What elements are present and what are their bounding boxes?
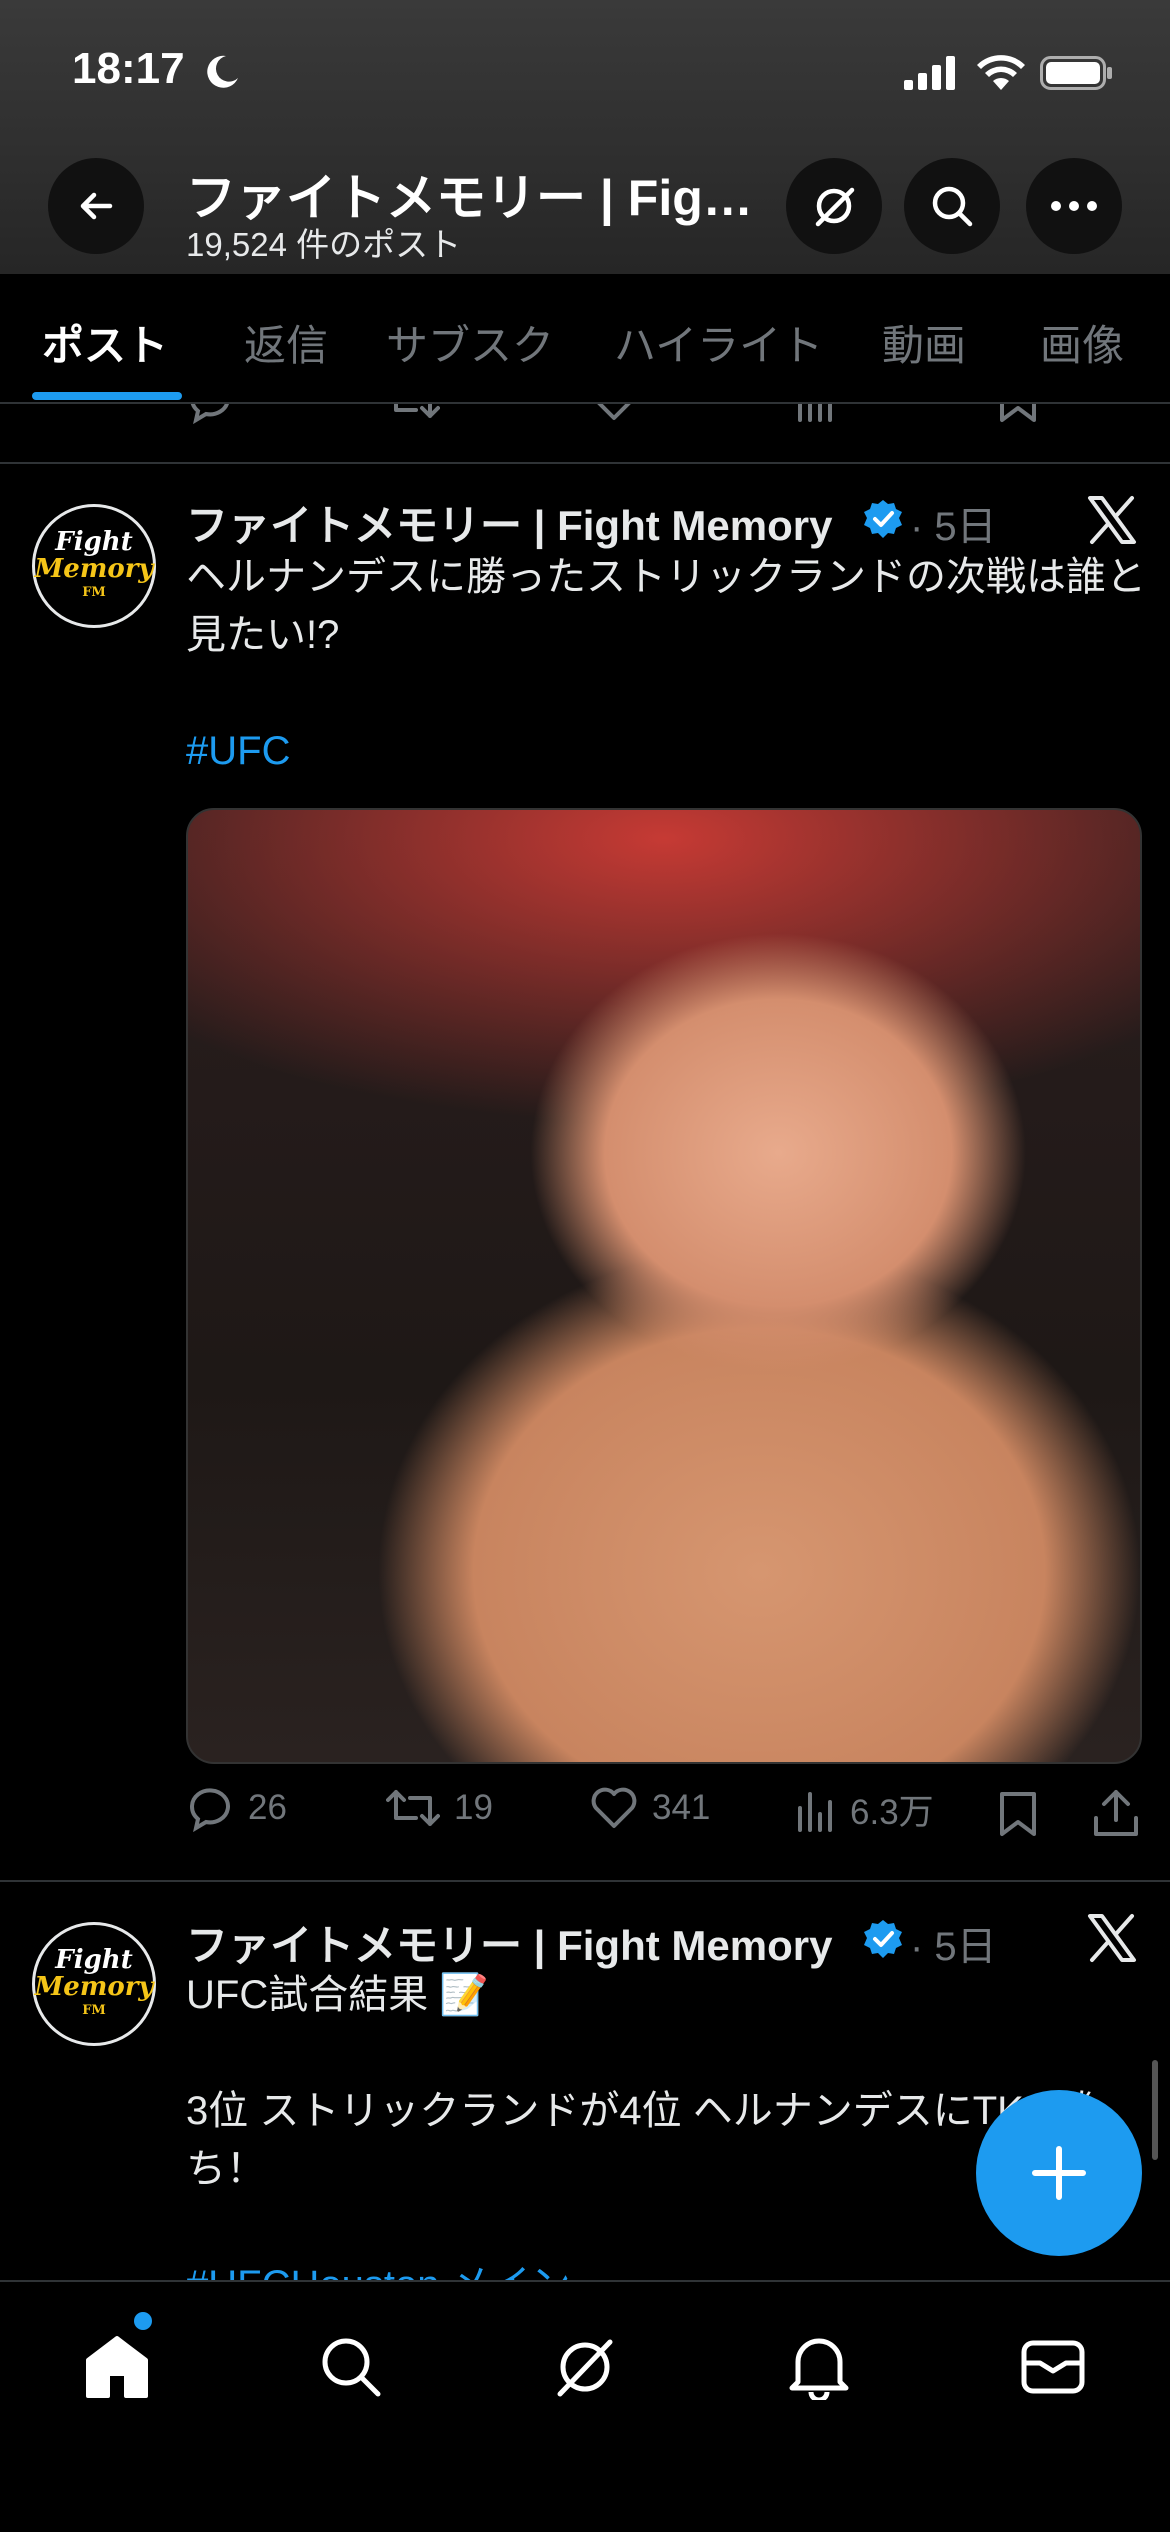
grok-icon [557, 2339, 613, 2397]
cellular-signal-icon [904, 56, 955, 90]
grok-button[interactable] [786, 158, 882, 254]
nav-home[interactable] [72, 2322, 162, 2412]
reply-button[interactable]: 26 [186, 1784, 287, 1832]
search-button[interactable] [904, 158, 1000, 254]
reply-icon[interactable] [186, 404, 234, 424]
compose-post-button[interactable] [976, 2090, 1142, 2256]
like-count: 341 [652, 1788, 711, 1827]
post-author[interactable]: ファイトメモリー | Fight Memory [186, 1912, 832, 1973]
bookmark-icon[interactable] [998, 404, 1038, 424]
wifi-icon [977, 55, 1025, 90]
repost-icon [386, 1790, 440, 1826]
post-age: · 5日 [910, 1925, 997, 1969]
x-logo-icon[interactable] [1086, 1912, 1138, 1964]
nav-notifications[interactable] [774, 2322, 864, 2412]
like-icon[interactable] [590, 404, 638, 424]
post-text: ヘルナンデスに勝ったストリックランドの次戦は誰と見たい!? #UFC [186, 548, 1146, 780]
profile-tabs: ポスト 返信 サブスク ハイライト 動画 画像 [0, 274, 1170, 404]
active-tab-indicator [32, 392, 182, 400]
more-options-button[interactable] [1026, 158, 1122, 254]
views-icon [798, 1791, 832, 1832]
views-icon[interactable] [796, 404, 836, 424]
nav-search[interactable] [306, 2322, 396, 2412]
search-icon [322, 2338, 381, 2397]
home-icon [86, 2336, 148, 2398]
verified-badge-icon [864, 1920, 902, 1958]
post-divider [0, 462, 1170, 464]
views-count: 6.3万 [850, 1793, 934, 1832]
x-logo-icon[interactable] [1086, 494, 1138, 546]
verified-badge-icon [864, 500, 902, 538]
like-button[interactable]: 341 [590, 1784, 710, 1832]
hashtag-link[interactable]: #UFC [186, 722, 1146, 780]
profile-header: 18:17 ファイトメモリー | Figh… 19,524 件のポスト [0, 0, 1170, 274]
share-icon[interactable] [1092, 1788, 1140, 1838]
avatar[interactable]: Fight Memory FM [32, 1922, 156, 2046]
reply-count: 26 [248, 1788, 287, 1827]
reply-icon [190, 1788, 230, 1832]
status-time: 18:17 [72, 44, 185, 93]
notification-dot [134, 2312, 152, 2330]
back-button[interactable] [48, 158, 144, 254]
post-author[interactable]: ファイトメモリー | Fight Memory [186, 492, 832, 553]
nav-grok[interactable] [540, 2322, 630, 2412]
tab-replies[interactable]: 返信 [244, 312, 328, 373]
repost-button[interactable]: 19 [386, 1784, 493, 1832]
bookmark-icon[interactable] [998, 1790, 1038, 1838]
post-age: · 5日 [910, 505, 997, 549]
tab-highlights[interactable]: ハイライト [614, 312, 823, 373]
views-button[interactable]: 6.3万 [796, 1784, 934, 1835]
tab-images[interactable]: 画像 [1040, 312, 1124, 373]
post-actions: 26 19 341 6.3万 [186, 1784, 1146, 1844]
arrow-left-icon [80, 192, 113, 220]
more-horizontal-icon [1051, 201, 1097, 211]
mail-icon [1021, 2340, 1085, 2394]
tab-videos[interactable]: 動画 [882, 312, 966, 373]
status-bar: 18:17 [0, 0, 1170, 150]
plus-icon [1032, 2146, 1086, 2200]
repost-icon[interactable] [386, 404, 440, 424]
moon-icon [207, 55, 238, 88]
bottom-navigation [0, 2280, 1170, 2532]
search-icon [932, 186, 973, 227]
previous-post-actions [0, 404, 1170, 464]
battery-icon [1040, 56, 1112, 90]
tab-posts[interactable]: ポスト [42, 312, 168, 373]
repost-count: 19 [454, 1788, 493, 1827]
grok-icon [815, 187, 855, 227]
bell-icon [789, 2338, 849, 2400]
nav-messages[interactable] [1008, 2322, 1098, 2412]
tab-subscriptions[interactable]: サブスク [386, 312, 554, 373]
post-image[interactable] [186, 808, 1142, 1764]
post-divider [0, 1880, 1170, 1882]
scrollbar[interactable] [1152, 2060, 1158, 2160]
avatar[interactable]: Fight Memory FM [32, 504, 156, 628]
like-icon [591, 1787, 637, 1828]
post-count: 19,524 件のポスト [186, 226, 462, 263]
